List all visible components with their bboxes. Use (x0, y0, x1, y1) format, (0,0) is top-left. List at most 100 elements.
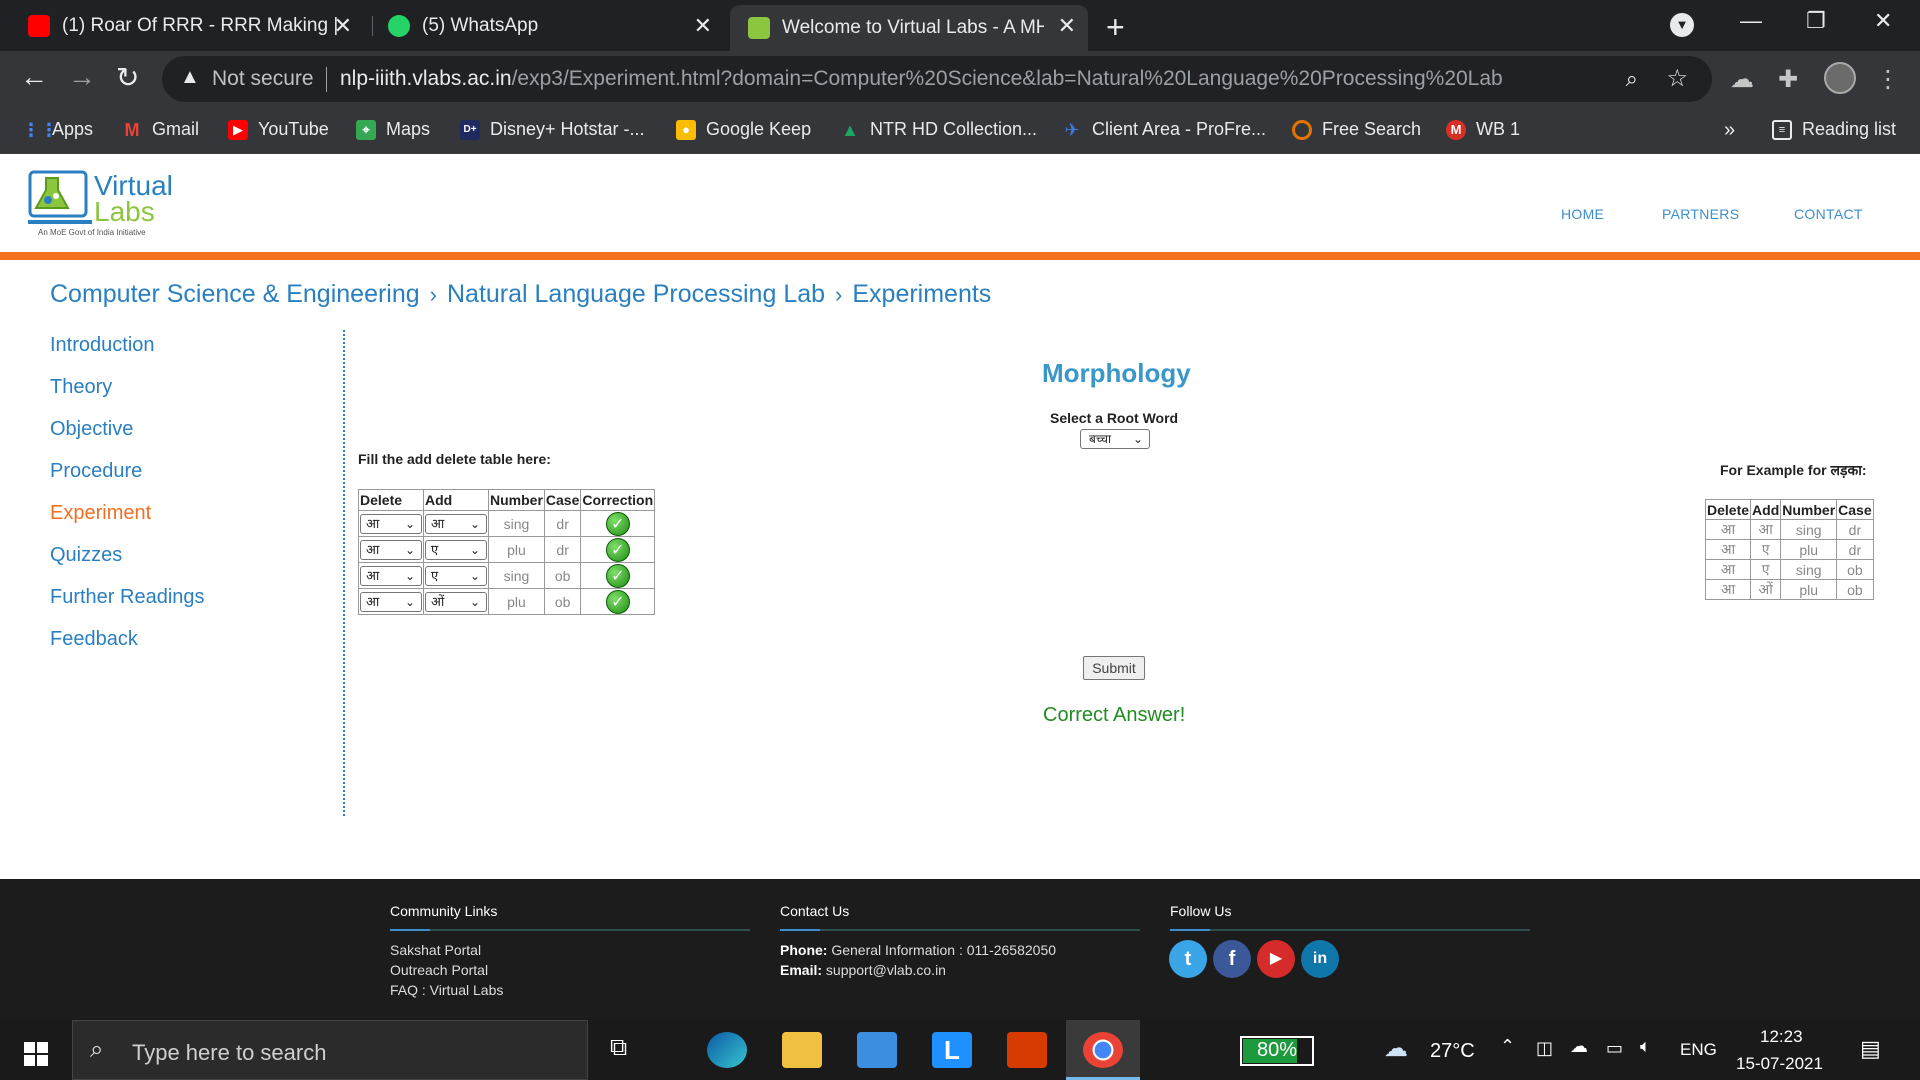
extensions-icon[interactable]: ✚ (1778, 65, 1798, 94)
submit-button[interactable]: Submit (1083, 656, 1145, 680)
battery-icon[interactable]: ▭ (1606, 1038, 1623, 1059)
twitter-icon[interactable]: t (1169, 940, 1207, 978)
youtube-icon[interactable]: ▶ (1257, 940, 1295, 978)
virtual-labs-logo[interactable] (28, 164, 94, 235)
breadcrumb-cse[interactable]: Computer Science & Engineering (50, 280, 420, 308)
nav-partners[interactable]: PARTNERS (1662, 206, 1739, 222)
correct-check-icon: ✓ (605, 537, 630, 562)
bookmark-gmail[interactable]: M Gmail (122, 119, 200, 140)
close-tab-icon[interactable]: ✕ (1058, 13, 1076, 39)
breadcrumb: Computer Science & Engineering › Natural L… (50, 280, 991, 309)
back-icon[interactable]: ← (20, 61, 48, 93)
mail-icon[interactable] (857, 1032, 897, 1068)
hotstar-icon: D+ (460, 119, 480, 140)
sidebar-item-further-readings[interactable]: Further Readings (50, 586, 205, 609)
sidebar-item-experiment[interactable]: Experiment (50, 502, 151, 525)
bookmark-client-area[interactable]: ✈ Client Area - ProFre... (1062, 119, 1266, 140)
wing-icon: ✈ (1064, 119, 1080, 140)
nav-home[interactable]: HOME (1561, 206, 1604, 222)
file-explorer-icon[interactable] (782, 1032, 822, 1068)
footer-link-outreach[interactable]: Outreach Portal (390, 962, 488, 978)
footer-link-faq[interactable]: FAQ : Virtual Labs (390, 982, 503, 998)
l-app-icon[interactable]: L (932, 1032, 972, 1068)
column-header-case: Case (543, 489, 582, 511)
clock-date[interactable]: 15-07-2021 (1736, 1054, 1823, 1074)
zoom-icon[interactable]: ⌕ (1626, 66, 1638, 92)
close-tab-icon[interactable]: ✕ (334, 13, 352, 39)
bookmark-apps[interactable]: ⋮⋮ Apps (22, 119, 93, 140)
url-text[interactable]: nlp-iiith.vlabs.ac.in/exp3/Experiment.ht… (340, 67, 1503, 91)
task-view-icon[interactable]: ⧉ (610, 1034, 627, 1062)
profile-avatar[interactable] (1824, 62, 1856, 94)
chevron-up-icon[interactable]: ⌃ (1500, 1036, 1515, 1057)
bookmark-google-keep[interactable]: ● Google Keep (676, 119, 811, 140)
delete-select[interactable]: आ ⌄ (360, 513, 422, 534)
sidebar-item-quizzes[interactable]: Quizzes (50, 544, 122, 567)
volume-icon[interactable]: 🔈︎ (1640, 1036, 1651, 1057)
bookmarks-overflow[interactable]: » (1724, 119, 1735, 142)
facebook-icon[interactable]: f (1213, 940, 1251, 978)
linkedin-icon[interactable]: in (1301, 940, 1339, 978)
sidebar-item-objective[interactable]: Objective (50, 418, 133, 441)
window-close-icon[interactable]: ✕ (1874, 8, 1892, 34)
breadcrumb-nlp-lab[interactable]: Natural Language Processing Lab (447, 280, 825, 308)
new-tab-button[interactable]: + (1106, 9, 1125, 46)
tab-virtual-labs[interactable]: Welcome to Virtual Labs - A MHR ✕ (730, 5, 1088, 51)
cloud-extension-icon[interactable]: ☁ (1730, 65, 1754, 94)
restore-icon[interactable]: ❐ (1806, 8, 1826, 34)
minimize-icon[interactable]: — (1740, 8, 1762, 34)
weather-temp[interactable]: 27°C (1430, 1040, 1475, 1063)
notifications-icon[interactable]: ▤ (1860, 1036, 1881, 1062)
bookmark-star-icon[interactable]: ☆ (1666, 64, 1688, 93)
add-select[interactable]: आ ⌄ (425, 513, 487, 534)
reload-icon[interactable]: ↻ (116, 61, 139, 94)
meet-icon[interactable]: ◫ (1536, 1038, 1553, 1059)
language-indicator[interactable]: ENG (1680, 1040, 1717, 1060)
clock-time[interactable]: 12:23 (1760, 1027, 1803, 1047)
tab-search-icon[interactable]: ▼ (1670, 13, 1694, 37)
bookmark-maps[interactable]: ⌖ Maps (356, 119, 430, 140)
address-bar[interactable]: ▲ Not secure nlp-iiith.vlabs.ac.in/exp3/… (162, 56, 1712, 102)
onedrive-icon[interactable]: ☁ (1570, 1036, 1588, 1057)
bookmark-ntr[interactable]: ▲ NTR HD Collection... (840, 119, 1037, 140)
nav-contact[interactable]: CONTACT (1794, 206, 1863, 222)
breadcrumb-experiments[interactable]: Experiments (852, 280, 991, 308)
delete-select[interactable]: आ ⌄ (360, 565, 422, 586)
add-select[interactable]: ओं ⌄ (425, 591, 487, 612)
footer-email[interactable]: Email: support@vlab.co.in (780, 962, 946, 978)
add-select[interactable]: ए ⌄ (425, 565, 487, 586)
sidebar-item-introduction[interactable]: Introduction (50, 334, 155, 357)
virtual-labs-icon (748, 17, 770, 39)
edge-icon[interactable] (707, 1032, 747, 1068)
footer-contact-title: Contact Us (780, 903, 850, 919)
bookmark-hotstar[interactable]: D+ Disney+ Hotstar -... (460, 119, 645, 140)
reading-list-button[interactable]: ≡ Reading list (1772, 119, 1896, 140)
delete-select[interactable]: आ ⌄ (360, 539, 422, 560)
footer-link-sakshat[interactable]: Sakshat Portal (390, 942, 481, 958)
browser-toolbar: ← → ↻ ▲ Not secure nlp-iiith.vlabs.ac.in… (0, 51, 1920, 107)
sidebar-item-feedback[interactable]: Feedback (50, 628, 138, 651)
tab-youtube[interactable]: (1) Roar Of RRR - RRR Making | N ✕ (28, 0, 364, 51)
footer-phone: Phone: General Information : 011-2658205… (780, 942, 1057, 958)
delete-select[interactable]: आ ⌄ (360, 591, 422, 612)
tab-title: (1) Roar Of RRR - RRR Making | N (62, 14, 344, 36)
forward-icon[interactable]: → (68, 61, 96, 93)
menu-icon[interactable]: ⋮ (1876, 65, 1900, 94)
sidebar-item-procedure[interactable]: Procedure (50, 460, 142, 483)
bookmark-free-search[interactable]: Free Search (1292, 119, 1421, 140)
tab-whatsapp[interactable]: (5) WhatsApp ✕ (388, 0, 724, 51)
bookmark-wb1[interactable]: M WB 1 (1446, 119, 1520, 140)
table-row: आ ⌄ ओं ⌄ plu ob ✓ (358, 588, 656, 615)
logo-tagline: An MoE Govt of India Initiative (38, 228, 146, 237)
number-cell: sing (488, 562, 545, 589)
add-select[interactable]: ए ⌄ (425, 539, 487, 560)
weather-icon[interactable]: ☁ (1384, 1034, 1408, 1063)
office-icon[interactable] (1007, 1032, 1047, 1068)
add-delete-table: Delete Add Number Case Correction आ ⌄ आ ⌄ … (358, 489, 656, 615)
windows-start-icon[interactable] (24, 1042, 48, 1071)
close-tab-icon[interactable]: ✕ (694, 13, 712, 39)
bookmark-youtube[interactable]: ▶ YouTube (228, 119, 329, 140)
sidebar-item-theory[interactable]: Theory (50, 376, 112, 399)
table-row: आ ए plu dr (1704, 539, 1874, 560)
root-word-select[interactable]: बच्चा ⌄ (1080, 429, 1150, 449)
